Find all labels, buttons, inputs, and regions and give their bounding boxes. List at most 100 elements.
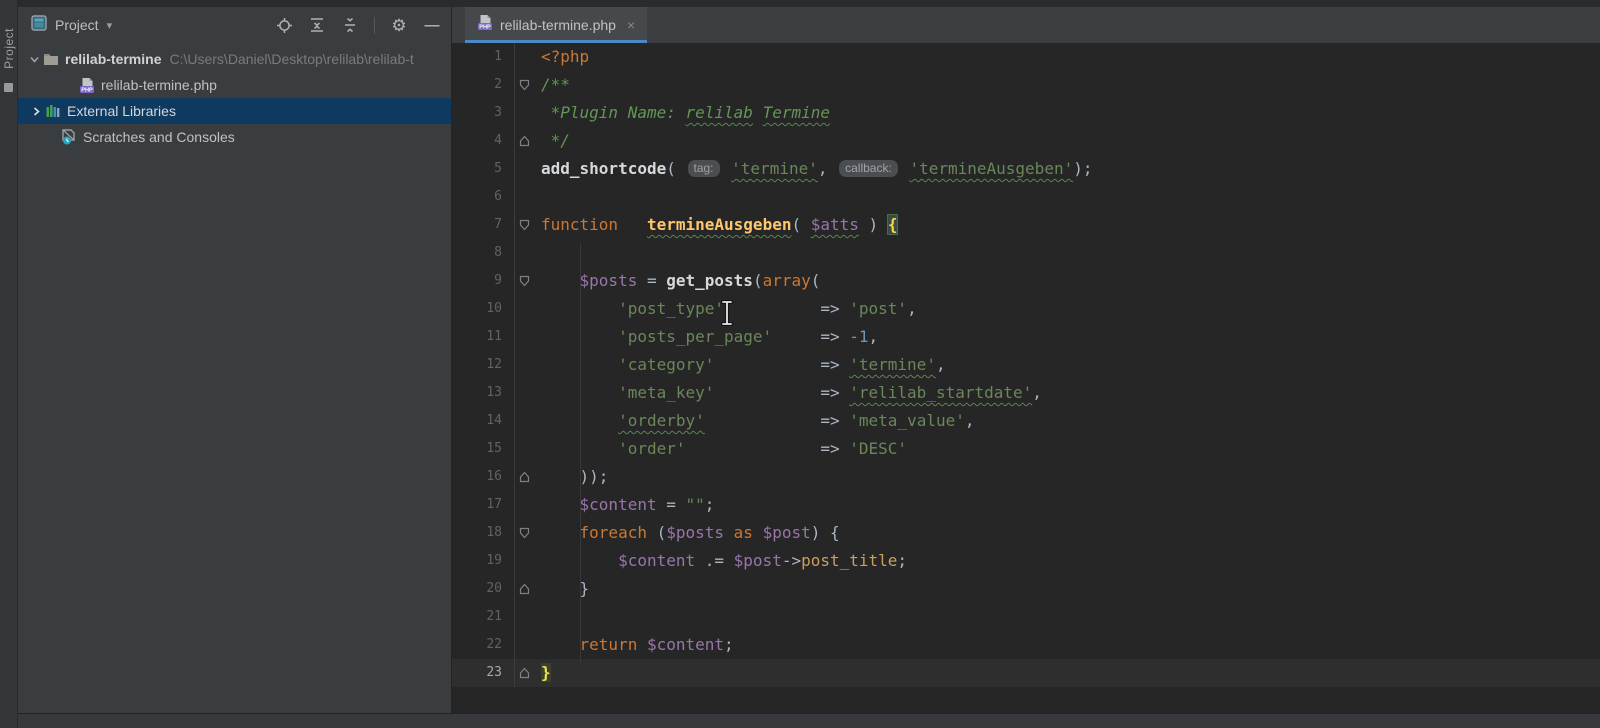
line-number: 6	[494, 189, 502, 204]
code-line-22[interactable]: 22 return $content;	[452, 631, 1600, 659]
code-lines: 1 <?php 2 /** 3 *Plugin Name: relilab Termin…	[452, 43, 1600, 687]
line-number: 9	[494, 273, 502, 288]
line-number: 3	[494, 105, 502, 120]
tool-window-stripe: Project	[0, 0, 18, 728]
settings-gear-icon[interactable]: ⚙	[390, 16, 408, 34]
svg-text:PHP: PHP	[479, 24, 491, 30]
code-line-14[interactable]: 14 'orderby' => 'meta_value',	[452, 407, 1600, 435]
line-number: 8	[494, 245, 502, 260]
editor-tab-bar: PHP relilab-termine.php ×	[452, 7, 1600, 43]
code-line-13[interactable]: 13 'meta_key' => 'relilab_startdate',	[452, 379, 1600, 407]
tab-title: relilab-termine.php	[500, 17, 616, 33]
code-line-9[interactable]: 9 $posts = get_posts(array(	[452, 267, 1600, 295]
tab-relilab-termine-php[interactable]: PHP relilab-termine.php ×	[465, 7, 648, 43]
project-tree: relilab-termine C:\Users\Daniel\Desktop\…	[18, 46, 451, 150]
line-number: 19	[486, 553, 502, 568]
code-line-23[interactable]: 23}	[452, 659, 1600, 687]
line-number: 16	[486, 469, 502, 484]
code-text: 'post_type' => 'post',	[618, 299, 917, 318]
code-editor[interactable]: 1 <?php 2 /** 3 *Plugin Name: relilab Termin…	[452, 43, 1600, 728]
code-line-19[interactable]: 19 $content .= $post->post_title;	[452, 547, 1600, 575]
line-number: 21	[486, 609, 502, 624]
tree-item-external-libraries[interactable]: External Libraries	[18, 98, 451, 124]
close-tab-icon[interactable]: ×	[627, 17, 635, 33]
project-panel: Project ▾ ⚙ — relilab-termine C:\Users\D…	[18, 7, 452, 728]
tool-stripe-icon[interactable]	[4, 82, 13, 92]
fold-gutter	[514, 547, 534, 575]
fold-gutter	[514, 631, 534, 659]
line-number: 22	[486, 637, 502, 652]
code-line-11[interactable]: 11 'posts_per_page' => -1,	[452, 323, 1600, 351]
tree-item-scratches[interactable]: Scratches and Consoles	[18, 124, 451, 150]
code-text: 'orderby' => 'meta_value',	[618, 411, 975, 430]
fold-gutter	[514, 491, 534, 519]
line-number: 7	[494, 217, 502, 232]
code-line-7[interactable]: 7 function termineAusgeben( $atts ) {	[452, 211, 1600, 239]
code-line-15[interactable]: 15 'order' => 'DESC'	[452, 435, 1600, 463]
tree-item-label: relilab-termine.php	[101, 77, 217, 93]
folder-icon	[42, 52, 60, 66]
tree-item-project-root[interactable]: relilab-termine C:\Users\Daniel\Desktop\…	[18, 46, 451, 72]
ide-window: Project Project ▾ ⚙ — relilab-termine C:…	[0, 0, 1600, 728]
fold-end-icon[interactable]	[514, 575, 534, 603]
code-text: <?php	[541, 47, 590, 66]
code-line-16[interactable]: 16 ));	[452, 463, 1600, 491]
fold-end-icon[interactable]	[514, 659, 534, 687]
code-line-2[interactable]: 2 /**	[452, 71, 1600, 99]
fold-start-icon[interactable]	[514, 71, 534, 99]
code-text: $content = "";	[579, 495, 715, 514]
code-line-10[interactable]: 10 'post_type' => 'post',	[452, 295, 1600, 323]
expand-all-icon[interactable]	[308, 16, 326, 34]
fold-end-icon[interactable]	[514, 127, 534, 155]
chevron-collapsed-icon[interactable]	[28, 106, 44, 117]
panel-title[interactable]: Project	[55, 17, 99, 33]
line-number: 23	[486, 665, 502, 680]
fold-gutter	[514, 155, 534, 183]
code-text: $content .= $post->post_title;	[618, 551, 908, 570]
code-line-12[interactable]: 12 'category' => 'termine',	[452, 351, 1600, 379]
code-line-8[interactable]: 8	[452, 239, 1600, 267]
project-panel-header[interactable]: Project ▾ ⚙ —	[18, 7, 451, 43]
tree-item-php-file[interactable]: PHP relilab-termine.php	[18, 72, 451, 98]
fold-gutter	[514, 435, 534, 463]
fold-start-icon[interactable]	[514, 519, 534, 547]
line-number: 10	[486, 301, 502, 316]
tree-item-label: External Libraries	[67, 103, 176, 119]
tree-item-label: relilab-termine	[65, 51, 162, 67]
line-number: 12	[486, 357, 502, 372]
fold-end-icon[interactable]	[514, 463, 534, 491]
code-line-4[interactable]: 4 */	[452, 127, 1600, 155]
code-line-5[interactable]: 5 add_shortcode( tag: 'termine', callback…	[452, 155, 1600, 183]
line-number: 5	[494, 161, 502, 176]
libraries-icon	[44, 104, 62, 118]
code-text: add_shortcode( tag: 'termine', callback:…	[541, 159, 1093, 178]
code-line-21[interactable]: 21	[452, 603, 1600, 631]
line-number: 18	[486, 525, 502, 540]
code-text: 'posts_per_page' => -1,	[618, 327, 879, 346]
code-line-1[interactable]: 1 <?php	[452, 43, 1600, 71]
toolbar-separator	[374, 16, 375, 34]
code-line-20[interactable]: 20 }	[452, 575, 1600, 603]
line-number: 11	[486, 329, 502, 344]
php-file-icon: PHP	[477, 14, 493, 36]
indent-guide	[580, 243, 581, 663]
collapse-all-icon[interactable]	[341, 16, 359, 34]
status-bar-edge	[18, 713, 1600, 728]
code-line-17[interactable]: 17 $content = "";	[452, 491, 1600, 519]
code-line-3[interactable]: 3 *Plugin Name: relilab Termine	[452, 99, 1600, 127]
locate-file-icon[interactable]	[275, 16, 293, 34]
hide-panel-icon[interactable]: —	[423, 16, 441, 34]
svg-text:PHP: PHP	[81, 87, 93, 93]
fold-start-icon[interactable]	[514, 211, 534, 239]
code-text: 'order' => 'DESC'	[618, 439, 908, 458]
code-line-6[interactable]: 6	[452, 183, 1600, 211]
fold-gutter	[514, 379, 534, 407]
project-stripe-button[interactable]: Project	[2, 28, 16, 69]
fold-start-icon[interactable]	[514, 267, 534, 295]
chevron-expanded-icon[interactable]	[26, 54, 42, 65]
chevron-down-icon[interactable]: ▾	[107, 19, 113, 32]
code-text: /**	[541, 75, 570, 94]
code-line-18[interactable]: 18 foreach ($posts as $post) {	[452, 519, 1600, 547]
